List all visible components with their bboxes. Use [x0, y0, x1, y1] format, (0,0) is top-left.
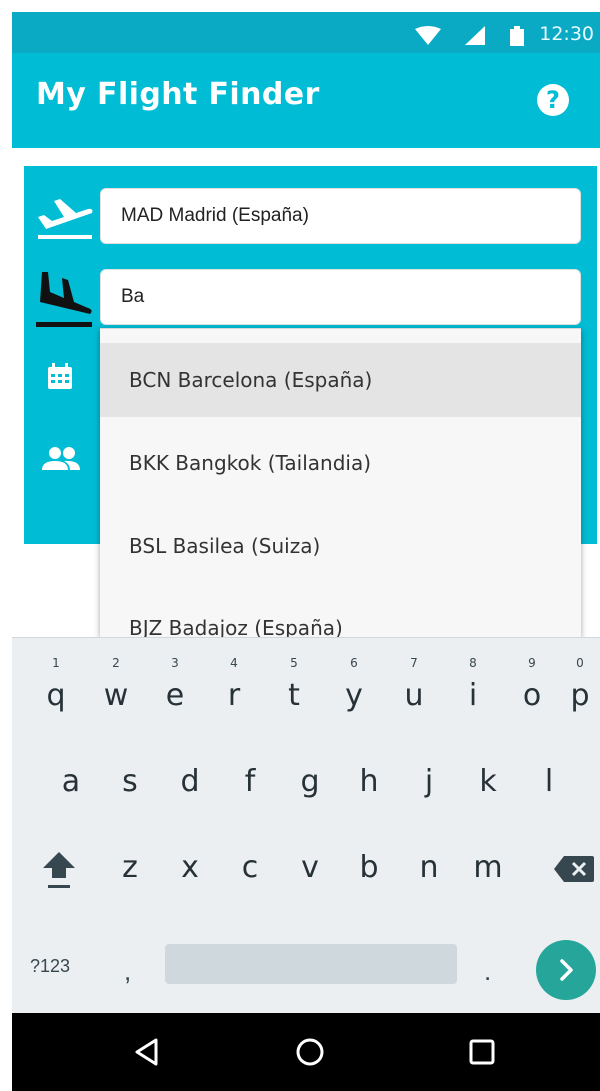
shift-key-icon[interactable]	[42, 850, 76, 895]
key-c[interactable]: c	[230, 850, 270, 885]
comma-key[interactable]: ,	[124, 956, 131, 987]
key-r[interactable]: 4r	[214, 656, 254, 713]
status-bar: 12:30	[12, 12, 600, 53]
key-d[interactable]: d	[170, 764, 210, 799]
key-y[interactable]: 6y	[334, 656, 374, 713]
key-j[interactable]: j	[409, 764, 449, 799]
recents-square-icon[interactable]	[467, 1037, 497, 1072]
key-t[interactable]: 5t	[274, 656, 314, 713]
autocomplete-dropdown: BCN Barcelona (España) BKK Bangkok (Tail…	[100, 328, 581, 637]
key-e[interactable]: 3e	[155, 656, 195, 713]
navigation-bar	[12, 1013, 600, 1091]
dropdown-option[interactable]: BJZ Badajoz (España)	[100, 591, 581, 637]
key-k[interactable]: k	[468, 764, 508, 799]
wifi-icon	[415, 26, 441, 51]
key-s[interactable]: s	[110, 764, 150, 799]
go-key[interactable]	[536, 940, 596, 1000]
dropdown-option[interactable]: BSL Basilea (Suiza)	[100, 509, 581, 583]
dropdown-option[interactable]: BKK Bangkok (Tailandia)	[100, 426, 581, 500]
calendar-icon	[46, 363, 74, 396]
key-h[interactable]: h	[349, 764, 389, 799]
back-triangle-icon[interactable]	[132, 1037, 162, 1072]
key-b[interactable]: b	[349, 850, 389, 885]
key-z[interactable]: z	[110, 850, 150, 885]
space-key[interactable]	[165, 944, 457, 984]
backspace-key-icon[interactable]	[554, 856, 594, 887]
soft-keyboard: 1q 2w 3e 4r 5t 6y 7u 8i 9o 0p a s d f g …	[12, 637, 600, 1013]
help-icon[interactable]: ?	[537, 84, 569, 116]
landing-icon	[34, 268, 94, 335]
key-u[interactable]: 7u	[394, 656, 434, 713]
dropdown-option[interactable]: BCN Barcelona (España)	[100, 343, 581, 417]
key-w[interactable]: 2w	[96, 656, 136, 713]
key-n[interactable]: n	[409, 850, 449, 885]
status-time: 12:30	[539, 23, 594, 45]
key-i[interactable]: 8i	[453, 656, 493, 713]
key-q[interactable]: 1q	[36, 656, 76, 713]
frame-margin	[0, 0, 12, 1091]
key-l[interactable]: l	[529, 764, 569, 799]
takeoff-icon	[34, 191, 94, 246]
destination-input[interactable]: Ba	[100, 269, 581, 325]
people-icon	[42, 446, 80, 477]
origin-input[interactable]: MAD Madrid (España)	[100, 188, 581, 244]
key-v[interactable]: v	[290, 850, 330, 885]
key-p[interactable]: 0p	[560, 656, 600, 713]
key-f[interactable]: f	[230, 764, 270, 799]
key-o[interactable]: 9o	[512, 656, 552, 713]
signal-icon	[465, 26, 487, 51]
symbols-key[interactable]: ?123	[30, 956, 70, 977]
period-key[interactable]: .	[484, 956, 491, 987]
app-bar: My Flight Finder ?	[12, 53, 600, 148]
key-g[interactable]: g	[290, 764, 330, 799]
app-title: My Flight Finder	[36, 77, 320, 112]
key-m[interactable]: m	[468, 850, 508, 885]
battery-icon	[510, 26, 524, 51]
home-circle-icon[interactable]	[295, 1037, 325, 1072]
key-a[interactable]: a	[51, 764, 91, 799]
chevron-right-icon	[560, 959, 573, 981]
key-x[interactable]: x	[170, 850, 210, 885]
